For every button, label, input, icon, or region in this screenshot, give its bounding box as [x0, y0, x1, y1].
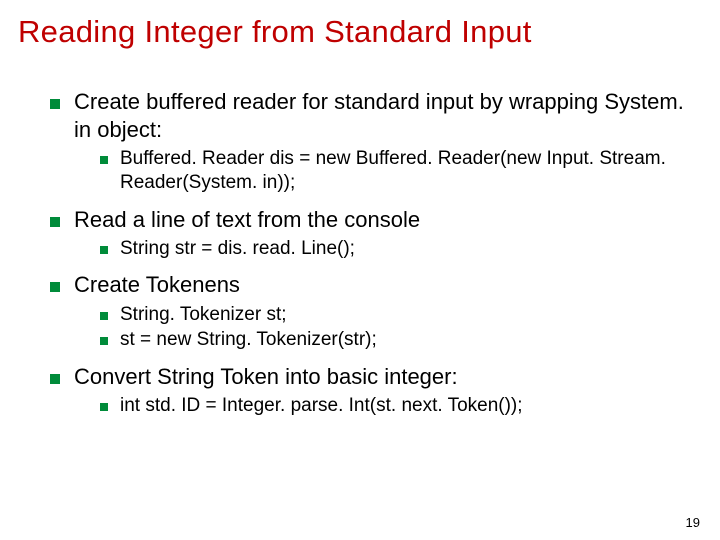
sub-bullet-item: int std. ID = Integer. parse. Int(st. ne…	[100, 394, 700, 418]
bullet-square-icon	[50, 217, 60, 227]
bullet-item: Create Tokenens	[50, 271, 700, 299]
slide-title: Reading Integer from Standard Input	[0, 0, 720, 50]
bullet-square-icon	[50, 282, 60, 292]
bullet-item: Create buffered reader for standard inpu…	[50, 88, 700, 143]
sub-bullet-item: String str = dis. read. Line();	[100, 237, 700, 261]
sub-bullet-item: Buffered. Reader dis = new Buffered. Rea…	[100, 147, 700, 196]
bullet-item: Read a line of text from the console	[50, 206, 700, 234]
bullet-text: Convert String Token into basic integer:	[74, 363, 458, 391]
sub-list: String. Tokenizer st; st = new String. T…	[50, 303, 700, 353]
sub-bullet-text: Buffered. Reader dis = new Buffered. Rea…	[120, 147, 700, 196]
bullet-square-icon	[100, 337, 108, 345]
bullet-square-icon	[100, 246, 108, 254]
sub-bullet-text: String. Tokenizer st;	[120, 303, 287, 327]
sub-bullet-text: String str = dis. read. Line();	[120, 237, 355, 261]
bullet-square-icon	[100, 403, 108, 411]
sub-bullet-item: st = new String. Tokenizer(str);	[100, 328, 700, 352]
slide-content: Create buffered reader for standard inpu…	[0, 50, 720, 418]
sub-bullet-item: String. Tokenizer st;	[100, 303, 700, 327]
bullet-square-icon	[100, 312, 108, 320]
bullet-square-icon	[100, 156, 108, 164]
sub-list: int std. ID = Integer. parse. Int(st. ne…	[50, 394, 700, 418]
sub-list: String str = dis. read. Line();	[50, 237, 700, 261]
bullet-text: Create Tokenens	[74, 271, 240, 299]
bullet-item: Convert String Token into basic integer:	[50, 363, 700, 391]
sub-list: Buffered. Reader dis = new Buffered. Rea…	[50, 147, 700, 196]
page-number: 19	[686, 515, 700, 530]
sub-bullet-text: int std. ID = Integer. parse. Int(st. ne…	[120, 394, 523, 418]
bullet-square-icon	[50, 99, 60, 109]
bullet-square-icon	[50, 374, 60, 384]
sub-bullet-text: st = new String. Tokenizer(str);	[120, 328, 377, 352]
bullet-text: Read a line of text from the console	[74, 206, 420, 234]
bullet-text: Create buffered reader for standard inpu…	[74, 88, 700, 143]
